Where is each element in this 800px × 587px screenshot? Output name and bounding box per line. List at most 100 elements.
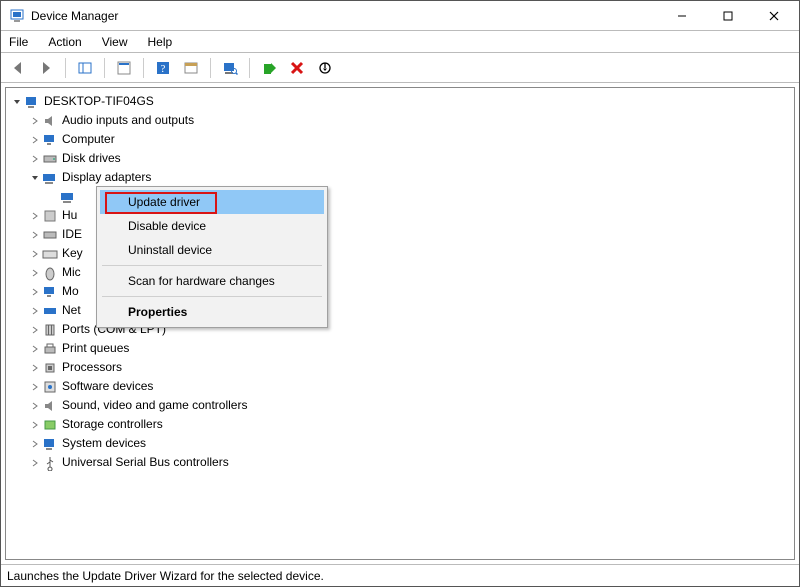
tree-root-label: DESKTOP-TIF04GS (44, 92, 154, 111)
tree-node-label: Computer (62, 130, 115, 149)
ide-icon (42, 227, 58, 243)
software-device-icon (42, 379, 58, 395)
ctx-properties[interactable]: Properties (100, 300, 324, 324)
chevron-right-icon[interactable] (28, 135, 42, 145)
network-icon (42, 303, 58, 319)
forward-button[interactable] (35, 57, 57, 79)
tree-root[interactable]: DESKTOP-TIF04GS (6, 92, 794, 111)
app-icon (9, 8, 25, 24)
tree-node-label: System devices (62, 434, 146, 453)
chevron-right-icon[interactable] (28, 401, 42, 411)
context-menu: Update driver Disable device Uninstall d… (96, 186, 328, 328)
content-area: DESKTOP-TIF04GS Audio inputs and outputs… (1, 83, 799, 564)
tree-node-audio[interactable]: Audio inputs and outputs (6, 111, 794, 130)
tree-node-label: Software devices (62, 377, 153, 396)
tree-node-label: Mic (62, 263, 81, 282)
ctx-separator (102, 296, 322, 297)
mouse-icon (42, 265, 58, 281)
system-device-icon (42, 436, 58, 452)
speaker-icon (42, 113, 58, 129)
help-button[interactable]: ? (152, 57, 174, 79)
tree-node-label: Print queues (62, 339, 129, 358)
device-tree[interactable]: DESKTOP-TIF04GS Audio inputs and outputs… (5, 87, 795, 560)
tree-node-label: Storage controllers (62, 415, 163, 434)
chevron-right-icon[interactable] (28, 154, 42, 164)
properties-button[interactable] (113, 57, 135, 79)
ctx-scan-hardware[interactable]: Scan for hardware changes (100, 269, 324, 293)
chevron-right-icon[interactable] (28, 458, 42, 468)
tree-node-computer[interactable]: Computer (6, 130, 794, 149)
device-manager-window: Device Manager File Action View Help (0, 0, 800, 587)
close-button[interactable] (751, 1, 797, 31)
computer-icon (24, 94, 40, 110)
scan-hardware-button[interactable] (219, 57, 241, 79)
show-hide-console-tree-button[interactable] (74, 57, 96, 79)
chevron-right-icon[interactable] (28, 382, 42, 392)
port-icon (42, 322, 58, 338)
chevron-right-icon[interactable] (28, 230, 42, 240)
minimize-button[interactable] (659, 1, 705, 31)
titlebar: Device Manager (1, 1, 799, 31)
statusbar: Launches the Update Driver Wizard for th… (1, 564, 799, 586)
chevron-right-icon[interactable] (28, 116, 42, 126)
tree-node-system-devices[interactable]: System devices (6, 434, 794, 453)
tree-node-software-devices[interactable]: Software devices (6, 377, 794, 396)
tree-node-label: Disk drives (62, 149, 121, 168)
chevron-right-icon[interactable] (28, 211, 42, 221)
ctx-separator (102, 265, 322, 266)
chevron-right-icon[interactable] (28, 249, 42, 259)
cpu-icon (42, 360, 58, 376)
chevron-right-icon[interactable] (28, 363, 42, 373)
menu-action[interactable]: Action (44, 33, 85, 51)
tree-node-usb[interactable]: Universal Serial Bus controllers (6, 453, 794, 472)
action-center-button[interactable] (180, 57, 202, 79)
tree-node-display[interactable]: Display adapters (6, 168, 794, 187)
uninstall-device-button[interactable] (286, 57, 308, 79)
menu-help[interactable]: Help (144, 33, 177, 51)
display-adapter-icon (42, 170, 58, 186)
chevron-right-icon[interactable] (28, 420, 42, 430)
chevron-down-icon[interactable] (28, 173, 42, 183)
tree-node-label: Sound, video and game controllers (62, 396, 247, 415)
tree-node-label: Audio inputs and outputs (62, 111, 194, 130)
chevron-right-icon[interactable] (28, 325, 42, 335)
svg-text:?: ? (161, 63, 166, 75)
display-adapter-icon (60, 189, 76, 205)
chevron-down-icon[interactable] (10, 97, 24, 107)
maximize-button[interactable] (705, 1, 751, 31)
chevron-right-icon[interactable] (28, 344, 42, 354)
usb-icon (42, 455, 58, 471)
tree-node-label: Processors (62, 358, 122, 377)
printer-icon (42, 341, 58, 357)
monitor-icon (42, 132, 58, 148)
tree-node-label: Mo (62, 282, 79, 301)
menu-file[interactable]: File (5, 33, 32, 51)
ctx-uninstall-device[interactable]: Uninstall device (100, 238, 324, 262)
chevron-right-icon[interactable] (28, 268, 42, 278)
back-button[interactable] (7, 57, 29, 79)
hid-icon (42, 208, 58, 224)
disk-icon (42, 151, 58, 167)
toolbar: ? (1, 53, 799, 83)
storage-icon (42, 417, 58, 433)
chevron-right-icon[interactable] (28, 287, 42, 297)
update-driver-button[interactable] (258, 57, 280, 79)
tree-node-storage[interactable]: Storage controllers (6, 415, 794, 434)
disable-device-button[interactable] (314, 57, 336, 79)
ctx-item-label: Scan for hardware changes (128, 274, 275, 288)
tree-node-label: Net (62, 301, 81, 320)
tree-node-sound-video-game[interactable]: Sound, video and game controllers (6, 396, 794, 415)
ctx-item-label: Properties (128, 305, 187, 319)
ctx-item-label: Disable device (128, 219, 206, 233)
tree-node-print-queues[interactable]: Print queues (6, 339, 794, 358)
ctx-disable-device[interactable]: Disable device (100, 214, 324, 238)
chevron-right-icon[interactable] (28, 439, 42, 449)
tree-node-processors[interactable]: Processors (6, 358, 794, 377)
chevron-right-icon[interactable] (28, 306, 42, 316)
menubar: File Action View Help (1, 31, 799, 53)
tree-node-label: Display adapters (62, 168, 151, 187)
speaker-icon (42, 398, 58, 414)
tree-node-disk[interactable]: Disk drives (6, 149, 794, 168)
menu-view[interactable]: View (98, 33, 132, 51)
ctx-update-driver[interactable]: Update driver (100, 190, 324, 214)
